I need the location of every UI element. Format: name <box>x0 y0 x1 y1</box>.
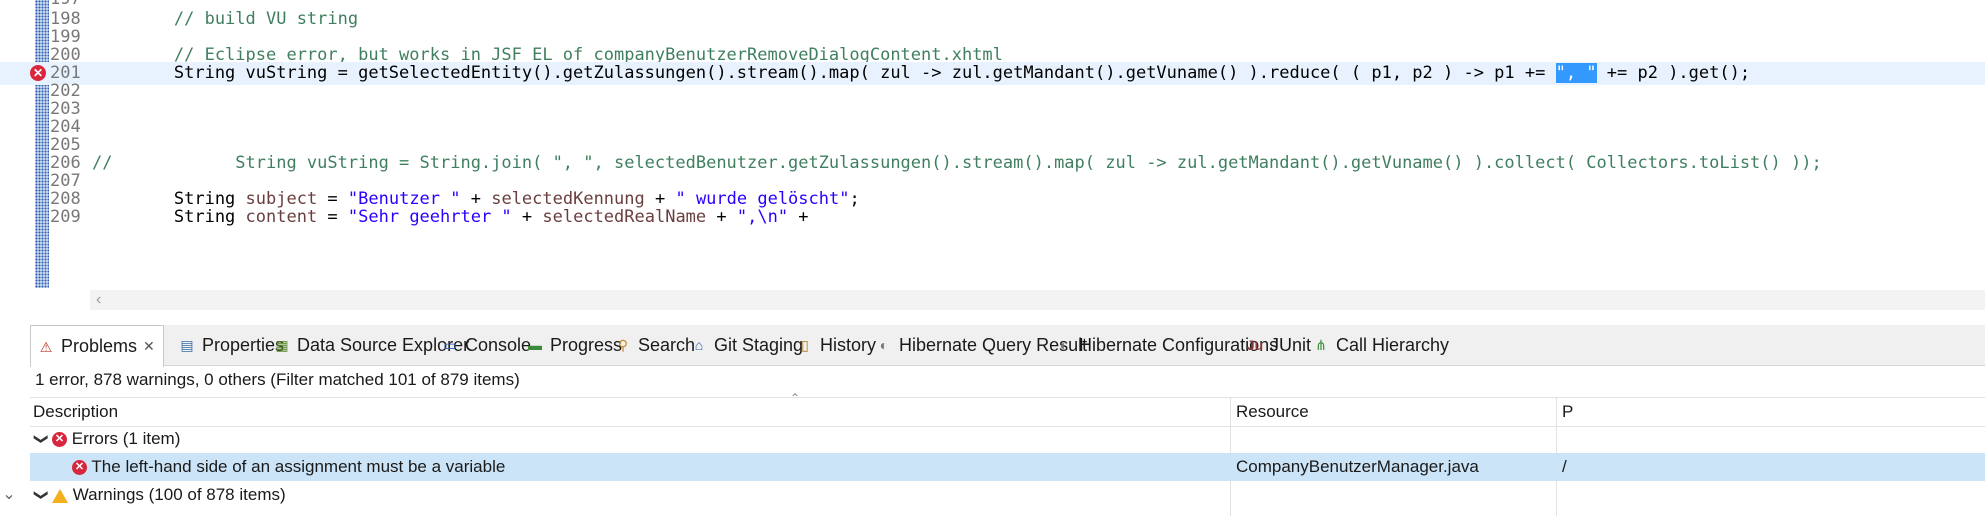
problems-icon: ⚠ <box>39 338 53 355</box>
tab-label: Progress <box>550 334 623 355</box>
error-icon: ✕ <box>52 432 67 448</box>
tab-data-source-explorer[interactable]: ▦ Data Source Explorer <box>273 325 469 365</box>
error-icon: ✕ <box>72 460 87 476</box>
problem-path: / <box>1562 457 1567 476</box>
tab-label: Console <box>465 334 532 355</box>
progress-icon: ▬ <box>528 337 542 353</box>
tab-console[interactable]: ▭ Console <box>441 325 531 365</box>
tab-label: History <box>820 334 877 355</box>
junit-icon: Ju <box>1246 337 1264 353</box>
tab-hibernate-configurations[interactable]: ◐ Hibernate Configurations <box>1055 325 1278 365</box>
tab-label: Problems <box>61 336 138 356</box>
properties-icon: ▤ <box>180 337 194 353</box>
hibernate-icon: ◐ <box>879 337 889 353</box>
hibernate-icon: ◐ <box>1059 337 1069 353</box>
tab-problems[interactable]: ⚠ Problems ✕ <box>30 325 164 367</box>
table-row[interactable]: ✕ The left-hand side of an assignment mu… <box>30 453 1985 481</box>
code-segment: = <box>317 207 348 227</box>
warnings-group: Warnings (100 of 878 items) <box>52 481 286 509</box>
code-editor[interactable]: 197 198 // build VU string 199 200 // Ec… <box>0 0 1985 288</box>
console-icon: ▭ <box>443 337 457 353</box>
warning-icon <box>52 488 68 503</box>
column-header-path[interactable]: P <box>1562 398 1573 426</box>
tab-properties[interactable]: ▤ Properties <box>178 325 284 365</box>
editor-horizontal-scrollbar[interactable]: ‹ <box>90 290 1985 310</box>
data-source-icon: ▦ <box>275 337 289 353</box>
tab-label: JUnit <box>1270 334 1312 355</box>
code-segment: content <box>245 207 318 227</box>
history-icon: ▯ <box>801 337 809 353</box>
tab-junit[interactable]: Ju JUnit <box>1246 325 1311 365</box>
code-segment: + <box>511 207 543 227</box>
description-text: The left-hand side of an assignment must… <box>91 457 506 476</box>
group-label: Warnings (100 of 878 items) <box>72 485 286 504</box>
tab-git-staging[interactable]: ⌂ Git Staging <box>690 325 803 365</box>
scroll-left-icon[interactable]: ‹ <box>96 290 101 310</box>
problems-table-header: Description Resource P <box>30 397 1985 427</box>
code-segment: ",\n" <box>736 207 789 227</box>
code-line: 209 String content = "Sehr geehrter " + … <box>0 206 1985 229</box>
tab-progress[interactable]: ▬ Progress <box>526 325 622 365</box>
bottom-panel: ⚠ Problems ✕ ▤ Properties ▦ Data Source … <box>30 325 1985 516</box>
line-number: 209 <box>50 207 81 227</box>
tab-search[interactable]: ⚲ Search <box>614 325 695 365</box>
close-icon[interactable]: ✕ <box>143 338 155 355</box>
tree-row-warnings[interactable]: ❯ Warnings (100 of 878 items) <box>30 481 1985 509</box>
error-marker-icon[interactable]: ✕ <box>30 65 46 81</box>
view-tab-bar: ⚠ Problems ✕ ▤ Properties ▦ Data Source … <box>30 325 1985 367</box>
code-segment: + <box>788 207 809 227</box>
problems-summary: 1 error, 878 warnings, 0 others (Filter … <box>35 370 520 389</box>
code-text: String content = "Sehr geehrter " + sele… <box>92 206 809 229</box>
search-icon: ⚲ <box>617 337 629 353</box>
git-staging-icon: ⌂ <box>694 337 704 353</box>
problem-resource: CompanyBenutzerManager.java <box>1236 457 1479 476</box>
code-segment: selectedRealName <box>542 207 707 227</box>
tab-label: Search <box>638 334 696 355</box>
tab-history[interactable]: ▯ History <box>796 325 876 365</box>
tab-label: Properties <box>202 334 285 355</box>
code-segment: "Sehr geehrter " <box>347 207 512 227</box>
call-hierarchy-icon: ⋔ <box>1315 337 1327 353</box>
column-header-description[interactable]: Description <box>33 398 118 426</box>
column-header-resource[interactable]: Resource <box>1236 398 1309 426</box>
code-segment: String <box>92 207 246 227</box>
code-segment: + <box>706 207 737 227</box>
problem-description: ✕ The left-hand side of an assignment mu… <box>72 453 505 481</box>
chevron-down-icon[interactable]: ⌄ <box>0 484 18 516</box>
tab-label: Call Hierarchy <box>1336 334 1450 355</box>
errors-group: ✕ Errors (1 item) <box>52 425 180 453</box>
tab-call-hierarchy[interactable]: ⋔ Call Hierarchy <box>1312 325 1449 365</box>
tab-label: Git Staging <box>714 334 804 355</box>
group-label: Errors (1 item) <box>71 429 181 448</box>
tree-row-errors[interactable]: ❯ ✕ Errors (1 item) <box>30 425 1985 453</box>
